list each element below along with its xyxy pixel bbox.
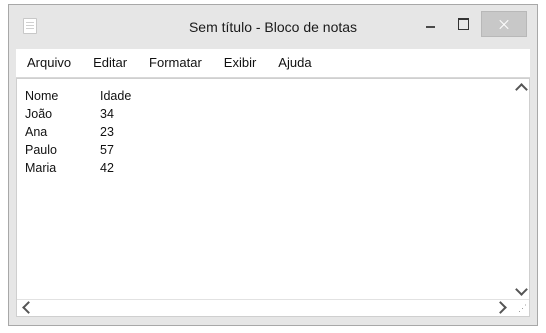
text-line: Paulo 57 xyxy=(25,141,160,159)
text-line: Ana 23 xyxy=(25,123,160,141)
row-name: Ana xyxy=(25,125,48,139)
close-button[interactable] xyxy=(481,11,527,37)
text-line: Maria 42 xyxy=(25,159,160,177)
chevron-left-icon[interactable] xyxy=(22,301,35,314)
menu-ajuda[interactable]: Ajuda xyxy=(267,49,322,77)
header-age: Idade xyxy=(100,89,132,103)
text-editor[interactable]: Nome Idade João 34 Ana 23 Paulo 57 Maria… xyxy=(16,78,530,317)
row-name: João xyxy=(25,107,53,121)
notepad-window: Sem título - Bloco de notas Arquivo Edit… xyxy=(8,4,538,326)
text-line: João 34 xyxy=(25,105,160,123)
horizontal-scrollbar[interactable]: ⋰ xyxy=(17,299,529,316)
title-bar[interactable]: Sem título - Bloco de notas xyxy=(9,5,537,49)
menu-formatar[interactable]: Formatar xyxy=(138,49,213,77)
header-name: Nome xyxy=(25,89,59,103)
menu-exibir[interactable]: Exibir xyxy=(213,49,268,77)
chevron-right-icon[interactable] xyxy=(494,301,507,314)
row-age: 57 xyxy=(100,143,114,157)
maximize-button[interactable] xyxy=(447,11,481,37)
text-line: Nome Idade xyxy=(25,87,160,105)
vertical-scrollbar[interactable] xyxy=(513,79,529,300)
chevron-up-icon[interactable] xyxy=(513,81,529,96)
row-name: Paulo xyxy=(25,143,57,157)
menu-arquivo[interactable]: Arquivo xyxy=(16,49,82,77)
row-name: Maria xyxy=(25,161,57,175)
row-age: 42 xyxy=(100,161,114,175)
row-age: 34 xyxy=(100,107,114,121)
resize-grip-icon[interactable]: ⋰ xyxy=(518,304,527,313)
minimize-button[interactable] xyxy=(413,11,447,37)
document-text[interactable]: Nome Idade João 34 Ana 23 Paulo 57 Maria… xyxy=(25,87,160,177)
menu-bar: Arquivo Editar Formatar Exibir Ajuda xyxy=(16,49,530,78)
menu-editar[interactable]: Editar xyxy=(82,49,138,77)
chevron-down-icon[interactable] xyxy=(513,283,529,298)
row-age: 23 xyxy=(100,125,114,139)
